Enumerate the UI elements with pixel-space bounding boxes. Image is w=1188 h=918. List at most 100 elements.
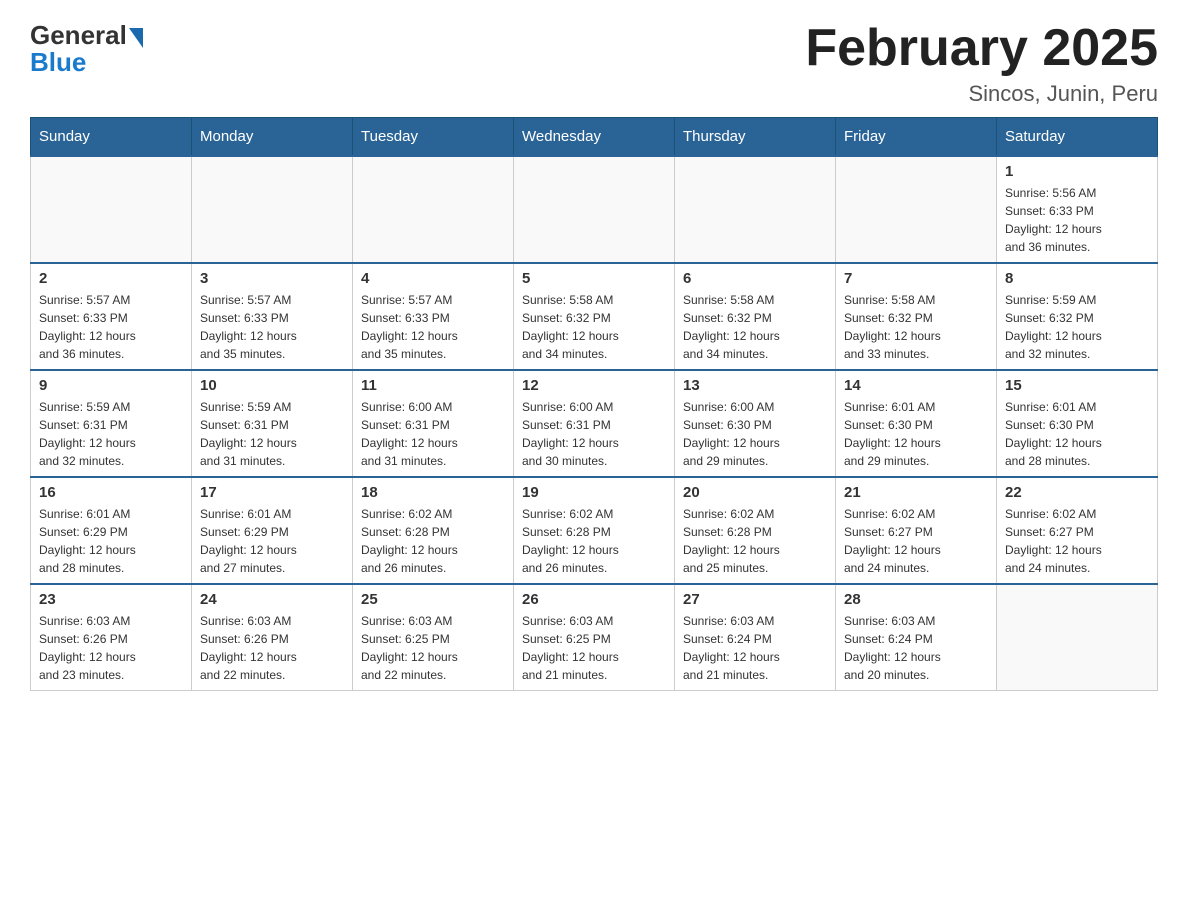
day-number: 14: [844, 377, 988, 394]
day-info: Sunrise: 5:56 AM Sunset: 6:33 PM Dayligh…: [1005, 184, 1149, 256]
day-info: Sunrise: 6:03 AM Sunset: 6:24 PM Dayligh…: [844, 612, 988, 684]
day-number: 22: [1005, 484, 1149, 501]
day-info: Sunrise: 6:01 AM Sunset: 6:30 PM Dayligh…: [844, 398, 988, 470]
weekday-header-sunday: Sunday: [31, 118, 192, 157]
day-number: 18: [361, 484, 505, 501]
day-number: 19: [522, 484, 666, 501]
calendar-cell: 2 Sunrise: 5:57 AM Sunset: 6:33 PM Daylig…: [31, 263, 192, 370]
calendar-cell: [353, 156, 514, 263]
calendar-cell: 10 Sunrise: 5:59 AM Sunset: 6:31 PM Dayli…: [192, 370, 353, 477]
weekday-header-tuesday: Tuesday: [353, 118, 514, 157]
day-info: Sunrise: 5:58 AM Sunset: 6:32 PM Dayligh…: [522, 291, 666, 363]
calendar-cell: [836, 156, 997, 263]
calendar-week-2: 2 Sunrise: 5:57 AM Sunset: 6:33 PM Daylig…: [31, 263, 1158, 370]
day-info: Sunrise: 6:00 AM Sunset: 6:31 PM Dayligh…: [361, 398, 505, 470]
calendar-cell: 6Sunrise: 5:58 AM Sunset: 6:32 PM Daylig…: [675, 263, 836, 370]
day-info: Sunrise: 6:03 AM Sunset: 6:25 PM Dayligh…: [361, 612, 505, 684]
logo-arrow-icon: [129, 28, 143, 48]
calendar-cell: 3 Sunrise: 5:57 AM Sunset: 6:33 PM Daylig…: [192, 263, 353, 370]
calendar-cell: 12 Sunrise: 6:00 AM Sunset: 6:31 PM Dayli…: [514, 370, 675, 477]
day-number: 3: [200, 270, 344, 287]
calendar-table: SundayMondayTuesdayWednesdayThursdayFrid…: [30, 117, 1158, 691]
day-info: Sunrise: 5:58 AM Sunset: 6:32 PM Dayligh…: [844, 291, 988, 363]
calendar-cell: 28 Sunrise: 6:03 AM Sunset: 6:24 PM Dayli…: [836, 584, 997, 691]
weekday-header-monday: Monday: [192, 118, 353, 157]
calendar-cell: 22 Sunrise: 6:02 AM Sunset: 6:27 PM Dayli…: [997, 477, 1158, 584]
day-info: Sunrise: 6:02 AM Sunset: 6:28 PM Dayligh…: [683, 505, 827, 577]
calendar-cell: 1 Sunrise: 5:56 AM Sunset: 6:33 PM Daylig…: [997, 156, 1158, 263]
day-info: Sunrise: 6:02 AM Sunset: 6:27 PM Dayligh…: [1005, 505, 1149, 577]
calendar-cell: 24 Sunrise: 6:03 AM Sunset: 6:26 PM Dayli…: [192, 584, 353, 691]
calendar-cell: 15 Sunrise: 6:01 AM Sunset: 6:30 PM Dayli…: [997, 370, 1158, 477]
calendar-week-4: 16 Sunrise: 6:01 AM Sunset: 6:29 PM Dayli…: [31, 477, 1158, 584]
day-info: Sunrise: 6:01 AM Sunset: 6:29 PM Dayligh…: [39, 505, 183, 577]
main-title: February 2025: [805, 20, 1158, 77]
calendar-cell: 9 Sunrise: 5:59 AM Sunset: 6:31 PM Daylig…: [31, 370, 192, 477]
day-number: 13: [683, 377, 827, 394]
day-number: 4: [361, 270, 505, 287]
day-info: Sunrise: 6:02 AM Sunset: 6:28 PM Dayligh…: [522, 505, 666, 577]
day-info: Sunrise: 6:01 AM Sunset: 6:30 PM Dayligh…: [1005, 398, 1149, 470]
day-number: 2: [39, 270, 183, 287]
day-info: Sunrise: 5:59 AM Sunset: 6:32 PM Dayligh…: [1005, 291, 1149, 363]
day-number: 12: [522, 377, 666, 394]
day-number: 8: [1005, 270, 1149, 287]
day-number: 10: [200, 377, 344, 394]
calendar-cell: 26 Sunrise: 6:03 AM Sunset: 6:25 PM Dayli…: [514, 584, 675, 691]
calendar-cell: 20 Sunrise: 6:02 AM Sunset: 6:28 PM Dayli…: [675, 477, 836, 584]
calendar-cell: [31, 156, 192, 263]
day-number: 27: [683, 591, 827, 608]
page-header: General Blue February 2025 Sincos, Junin…: [30, 20, 1158, 107]
day-number: 23: [39, 591, 183, 608]
day-number: 20: [683, 484, 827, 501]
calendar-cell: 19 Sunrise: 6:02 AM Sunset: 6:28 PM Dayli…: [514, 477, 675, 584]
day-info: Sunrise: 5:59 AM Sunset: 6:31 PM Dayligh…: [39, 398, 183, 470]
calendar-week-3: 9 Sunrise: 5:59 AM Sunset: 6:31 PM Daylig…: [31, 370, 1158, 477]
day-number: 28: [844, 591, 988, 608]
calendar-cell: 14 Sunrise: 6:01 AM Sunset: 6:30 PM Dayli…: [836, 370, 997, 477]
day-info: Sunrise: 5:59 AM Sunset: 6:31 PM Dayligh…: [200, 398, 344, 470]
calendar-cell: 11 Sunrise: 6:00 AM Sunset: 6:31 PM Dayli…: [353, 370, 514, 477]
calendar-cell: 8 Sunrise: 5:59 AM Sunset: 6:32 PM Daylig…: [997, 263, 1158, 370]
calendar-week-5: 23 Sunrise: 6:03 AM Sunset: 6:26 PM Dayli…: [31, 584, 1158, 691]
title-block: February 2025 Sincos, Junin, Peru: [805, 20, 1158, 107]
day-number: 15: [1005, 377, 1149, 394]
calendar-week-1: 1 Sunrise: 5:56 AM Sunset: 6:33 PM Daylig…: [31, 156, 1158, 263]
day-number: 6: [683, 270, 827, 287]
day-info: Sunrise: 6:03 AM Sunset: 6:25 PM Dayligh…: [522, 612, 666, 684]
weekday-header-thursday: Thursday: [675, 118, 836, 157]
day-number: 16: [39, 484, 183, 501]
day-number: 17: [200, 484, 344, 501]
day-number: 7: [844, 270, 988, 287]
calendar-cell: 21 Sunrise: 6:02 AM Sunset: 6:27 PM Dayli…: [836, 477, 997, 584]
day-info: Sunrise: 5:57 AM Sunset: 6:33 PM Dayligh…: [39, 291, 183, 363]
day-number: 21: [844, 484, 988, 501]
calendar-cell: 23 Sunrise: 6:03 AM Sunset: 6:26 PM Dayli…: [31, 584, 192, 691]
day-info: Sunrise: 6:03 AM Sunset: 6:26 PM Dayligh…: [200, 612, 344, 684]
weekday-header-wednesday: Wednesday: [514, 118, 675, 157]
day-number: 26: [522, 591, 666, 608]
day-number: 1: [1005, 163, 1149, 180]
day-number: 9: [39, 377, 183, 394]
calendar-cell: 16 Sunrise: 6:01 AM Sunset: 6:29 PM Dayli…: [31, 477, 192, 584]
day-info: Sunrise: 6:02 AM Sunset: 6:28 PM Dayligh…: [361, 505, 505, 577]
day-info: Sunrise: 5:57 AM Sunset: 6:33 PM Dayligh…: [200, 291, 344, 363]
logo: General Blue: [30, 20, 143, 78]
day-info: Sunrise: 6:03 AM Sunset: 6:26 PM Dayligh…: [39, 612, 183, 684]
day-number: 25: [361, 591, 505, 608]
calendar-cell: [514, 156, 675, 263]
calendar-cell: 18 Sunrise: 6:02 AM Sunset: 6:28 PM Dayli…: [353, 477, 514, 584]
calendar-cell: 25 Sunrise: 6:03 AM Sunset: 6:25 PM Dayli…: [353, 584, 514, 691]
weekday-header-saturday: Saturday: [997, 118, 1158, 157]
calendar-cell: 17Sunrise: 6:01 AM Sunset: 6:29 PM Dayli…: [192, 477, 353, 584]
day-info: Sunrise: 5:57 AM Sunset: 6:33 PM Dayligh…: [361, 291, 505, 363]
day-info: Sunrise: 6:00 AM Sunset: 6:31 PM Dayligh…: [522, 398, 666, 470]
calendar-cell: 5Sunrise: 5:58 AM Sunset: 6:32 PM Daylig…: [514, 263, 675, 370]
calendar-cell: [192, 156, 353, 263]
day-info: Sunrise: 6:02 AM Sunset: 6:27 PM Dayligh…: [844, 505, 988, 577]
day-number: 24: [200, 591, 344, 608]
calendar-cell: 7 Sunrise: 5:58 AM Sunset: 6:32 PM Daylig…: [836, 263, 997, 370]
day-number: 11: [361, 377, 505, 394]
day-info: Sunrise: 6:00 AM Sunset: 6:30 PM Dayligh…: [683, 398, 827, 470]
calendar-header-row: SundayMondayTuesdayWednesdayThursdayFrid…: [31, 118, 1158, 157]
